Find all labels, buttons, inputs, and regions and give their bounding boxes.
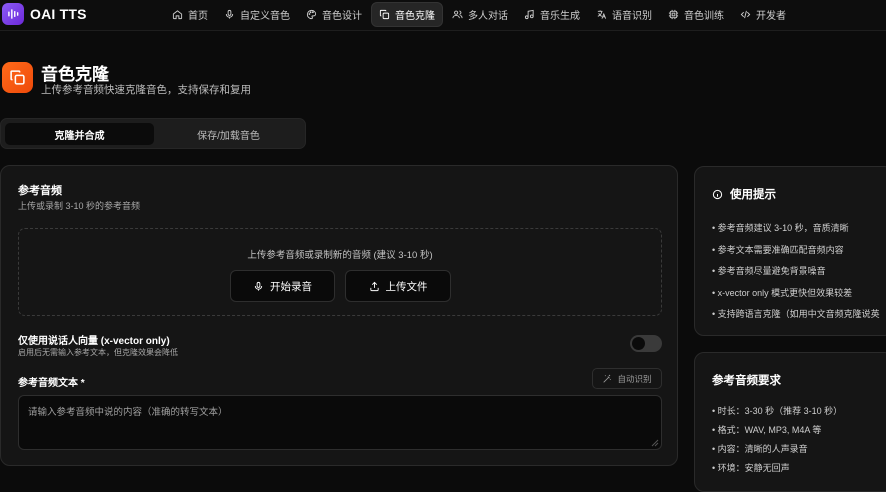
auto-recognize-button[interactable]: 自动识别 [592,368,662,389]
mode-tabs: 克隆并合成 保存/加载音色 [0,118,306,149]
magic-wand-icon [603,374,612,383]
audio-requirements-list: • 时长：3-30 秒（推荐 3-10 秒） • 格式：WAV, MP3, M4… [712,402,886,478]
tab-clone-and-synthesize[interactable]: 克隆并合成 [5,123,154,145]
list-item: • 时长：3-30 秒（推荐 3-10 秒） [712,406,843,416]
top-navigation-bar: OAI TTS 首页 自定义音色 音色设计 音色克隆 多人对话 音乐生成 语音识 [0,0,886,31]
dropzone-hint: 上传参考音频或录制新的音频 (建议 3-10 秒) [247,250,433,261]
reference-text-label: 参考音频文本 * [18,378,85,389]
list-item: • x-vector only 模式更快但效果较差 [712,287,853,298]
usage-tips-card: 使用提示 • 参考音频建议 3-10 秒，音质清晰 • 参考文本需要准确匹配音频… [694,166,886,336]
audio-requirements-title: 参考音频要求 [712,372,781,388]
toggle-knob [632,337,645,350]
reference-audio-card: 参考音频 上传或录制 3-10 秒的参考音频 上传参考音频或录制新的音频 (建议… [0,165,678,466]
upload-icon [369,281,379,291]
nav-item-multi-dialog[interactable]: 多人对话 [445,3,515,26]
upload-file-button[interactable]: 上传文件 [345,270,451,302]
list-item: • 支持跨语言克隆（如用中文音频克隆说英 [712,309,880,319]
xvector-toggle[interactable] [630,335,662,352]
nav-label: 首页 [188,11,208,22]
mic-icon [254,281,263,291]
copy-icon [10,70,25,85]
list-item: • 格式：WAV, MP3, M4A 等 [712,425,822,435]
reference-audio-subtitle: 上传或录制 3-10 秒的参考音频 [18,201,141,211]
nav-label: 语音识别 [612,11,652,22]
nav-item-voice-training[interactable]: 音色训练 [661,3,731,26]
mic-icon [225,9,234,19]
reference-audio-title: 参考音频 [18,185,62,197]
nav-label: 音色设计 [322,11,362,22]
palette-icon [306,9,317,20]
xvector-title: 仅使用说话人向量 (x-vector only) [18,336,170,347]
audio-requirements-card: 参考音频要求 • 时长：3-30 秒（推荐 3-10 秒） • 格式：WAV, … [694,352,886,492]
usage-tips-title: 使用提示 [712,186,776,202]
nav-item-voice-clone[interactable]: 音色克隆 [371,2,443,27]
nav-item-voice-design[interactable]: 音色设计 [299,3,369,26]
usage-tips-list: • 参考音频建议 3-10 秒，音质清晰 • 参考文本需要准确匹配音频内容 • … [712,218,886,326]
start-recording-button[interactable]: 开始录音 [230,270,335,302]
code-icon [740,10,751,19]
info-icon [712,189,723,199]
copy-icon [379,9,390,20]
users-icon [452,10,463,19]
button-label: 自动识别 [617,373,652,384]
list-item: • 参考音频建议 3-10 秒，音质清晰 [712,223,849,233]
nav-label: 音色训练 [684,11,724,22]
page-icon [2,62,33,93]
home-icon [172,10,183,20]
list-item: • 内容：清晰的人声录音 [712,444,808,454]
nav-label: 自定义音色 [240,11,290,22]
list-item: • 参考音频尽量避免背景噪音 [712,266,826,276]
music-icon [524,9,534,20]
nav-label: 开发者 [756,11,786,22]
nav-item-speech-recognition[interactable]: 语音识别 [589,3,659,26]
audio-dropzone[interactable]: 上传参考音频或录制新的音频 (建议 3-10 秒) 开始录音 上传文件 [18,228,662,316]
card-title-text: 参考音频要求 [712,375,781,387]
app-logo[interactable] [2,3,24,25]
card-title-text: 使用提示 [730,189,776,201]
xvector-subtitle: 启用后无需输入参考文本，但克隆效果会降低 [18,348,178,357]
languages-icon [597,10,607,19]
nav-item-music[interactable]: 音乐生成 [517,3,587,26]
resize-handle-icon[interactable] [651,439,659,447]
nav-item-home[interactable]: 首页 [165,3,215,26]
button-label: 上传文件 [385,280,428,293]
main-nav: 首页 自定义音色 音色设计 音色克隆 多人对话 音乐生成 语音识别 音色训练 开… [165,2,793,27]
nav-item-developer[interactable]: 开发者 [733,3,793,26]
page-subtitle: 上传参考音频快速克隆音色，支持保存和复用 [41,84,251,96]
app-brand[interactable]: OAI TTS [30,6,87,22]
cpu-icon [668,9,679,20]
nav-label: 音色克隆 [395,11,435,22]
reference-text-input[interactable] [18,395,662,450]
tab-save-load-voice[interactable]: 保存/加载音色 [154,123,303,145]
nav-label: 多人对话 [468,11,508,22]
nav-label: 音乐生成 [540,11,580,22]
button-label: 开始录音 [270,280,312,293]
list-item: • 环境：安静无回声 [712,463,790,473]
audio-wave-icon [8,9,19,19]
nav-item-custom-voice[interactable]: 自定义音色 [217,3,297,26]
list-item: • 参考文本需要准确匹配音频内容 [712,244,844,255]
